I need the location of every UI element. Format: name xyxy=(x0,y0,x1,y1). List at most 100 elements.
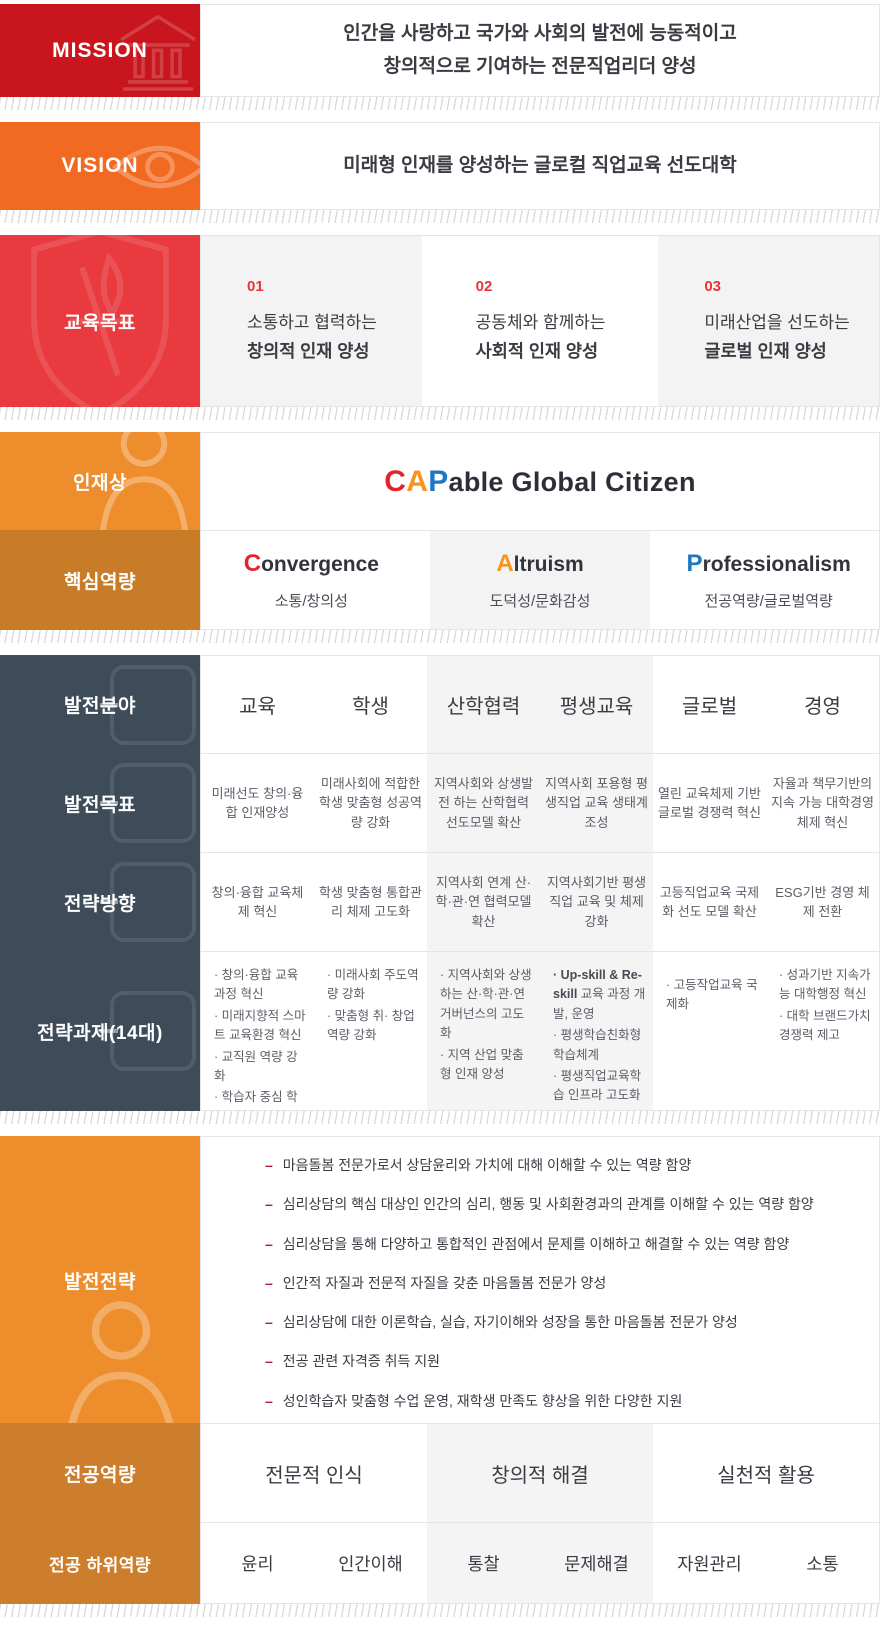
task-item: · 학습자 중심 학사행정 고도화 xyxy=(214,1088,308,1111)
talent-label-cell: 인재상 xyxy=(0,432,200,531)
major-competency: 전문적 인식 xyxy=(201,1424,427,1522)
major-label: 전공역량 xyxy=(64,1460,136,1487)
task-item: · 미래사회 주도역량 강화 xyxy=(327,966,421,1005)
core-word-rest: ltruism xyxy=(514,553,584,576)
dev-directions-label: 전략방향 xyxy=(64,889,136,916)
dev-area: 산학협력 xyxy=(427,656,540,753)
letter-a: A xyxy=(496,550,513,577)
core-sub-label: 소통/창의성 xyxy=(275,590,348,611)
core-item-professionalism: Professionalism 전공역량/글로벌역량 xyxy=(658,531,879,629)
sub-major-pair: 자원관리 소통 xyxy=(653,1523,879,1603)
mission-label-cell: MISSION xyxy=(0,4,200,97)
section-divider-hatch xyxy=(0,1604,880,1617)
dev-areas-label-cell: 발전분야 xyxy=(0,655,200,754)
mission-label: MISSION xyxy=(52,39,148,63)
dev-areas-content: 교육 학생 산학협력 평생교육 글로벌 경영 xyxy=(200,655,880,754)
dev-goal: 지역사회와 상생발전 하는 산학협력 선도모델 확산 xyxy=(427,754,540,852)
edu-goals-label-cell: 교육목표 xyxy=(0,235,200,407)
strategy-bullet-text: 심리상담을 통해 다양하고 통합적인 관점에서 문제를 이해하고 해결할 수 있… xyxy=(283,1234,789,1254)
talent-label: 인재상 xyxy=(73,468,127,495)
dev-direction: 지역사회 연계 산·학·관·연 협력모델 확산 xyxy=(427,853,540,951)
edu-goal-item-3: 03 미래산업을 선도하는 글로벌 인재 양성 xyxy=(658,236,879,406)
strategy-bullet-text: 마음돌봄 전문가로서 상담윤리와 가치에 대해 이해할 수 있는 역량 함양 xyxy=(283,1155,692,1175)
dev-goal: 자율과 책무기반의 지속 가능 대학경영 체제 혁신 xyxy=(766,754,879,852)
dash-icon: – xyxy=(265,1155,273,1175)
person-icon xyxy=(46,1294,196,1424)
strategy-bullet: –성인학습자 맞춤형 수업 운영, 재학생 만족도 향상을 위한 다양한 지원 xyxy=(265,1391,859,1411)
dash-icon: – xyxy=(265,1273,273,1293)
mission-content: 인간을 사랑하고 국가와 사회의 발전에 능동적이고 창의적으로 기여하는 전문… xyxy=(200,4,880,97)
section-divider-hatch xyxy=(0,97,880,110)
task-column-lifelong: · Up-skill & Re-skill 교육 과정 개발, 운영 · 평생학… xyxy=(540,952,653,1111)
dash-icon: – xyxy=(265,1234,273,1254)
dev-areas-label: 발전분야 xyxy=(64,691,136,718)
dev-area: 교육 xyxy=(201,656,314,753)
task-item: · 창의·융합 교육과정 혁신 xyxy=(214,966,308,1005)
task-item: · 지역사회와 상생하는 산·학·관·연거버넌스의 고도화 xyxy=(440,966,534,1044)
core-sub-label: 도덕성/문화감성 xyxy=(490,590,591,611)
task-item: · 교직원 역량 강화 xyxy=(214,1048,308,1087)
dev-directions-content: 창의·융합 교육체제 혁신 학생 맞춤형 통합관리 체제 고도화 지역사회 연계… xyxy=(200,852,880,952)
talent-content: CAPable Global Citizen xyxy=(200,432,880,531)
strategy-bullet-text: 심리상담에 대한 이론학습, 실습, 자기이해와 성장을 통한 마음돌봄 전문가… xyxy=(283,1312,738,1332)
talent-slogan: CAPable Global Citizen xyxy=(384,465,696,499)
dev-direction: 지역사회기반 평생직업 교육 및 체제 강화 xyxy=(540,853,653,951)
dev-direction: 학생 맞춤형 통합관리 체제 고도화 xyxy=(314,853,427,951)
sub-major-pair: 통찰 문제해결 xyxy=(427,1523,653,1603)
dev-area: 학생 xyxy=(314,656,427,753)
development-plan-infographic: MISSION 인간을 사랑하고 국가와 사회의 발전에 능동적이고 창의적으로… xyxy=(0,0,880,1617)
letter-p: P xyxy=(687,550,703,577)
edu-goal-line1: 공동체와 함께하는 xyxy=(476,309,651,338)
vision-section: VISION 미래형 인재를 양성하는 글로컬 직업교육 선도대학 xyxy=(0,122,880,210)
task-item: · 지역 산업 맞춤형 인재 양성 xyxy=(440,1046,534,1085)
vision-text: 미래형 인재를 양성하는 글로컬 직업교육 선도대학 xyxy=(343,150,736,182)
edu-goal-line2: 글로벌 인재 양성 xyxy=(704,338,879,364)
dash-icon: – xyxy=(265,1194,273,1214)
strategy-bullet: –인간적 자질과 전문적 자질을 갖춘 마음돌봄 전문가 양성 xyxy=(265,1273,859,1293)
edu-goal-line1: 소통하고 협력하는 xyxy=(247,309,422,338)
major-label-cell: 전공역량 xyxy=(0,1423,200,1523)
edu-goals-section: 교육목표 01 소통하고 협력하는 창의적 인재 양성 02 공동체와 함께하는… xyxy=(0,235,880,407)
dev-direction: ESG기반 경영 체제 전환 xyxy=(766,853,879,951)
dash-icon: – xyxy=(265,1351,273,1371)
core-word-rest: rofessionalism xyxy=(703,553,851,576)
task-item: · 미래지향적 스마트 교육환경 혁신 xyxy=(214,1007,308,1046)
strategy-bullet: –전공 관련 자격증 취득 지원 xyxy=(265,1351,859,1371)
letter-a: A xyxy=(406,465,428,498)
edu-goal-line1: 미래산업을 선도하는 xyxy=(704,309,879,338)
strategy-bullet-text: 성인학습자 맞춤형 수업 운영, 재학생 만족도 향상을 위한 다양한 지원 xyxy=(283,1391,683,1411)
sub-major-competency: 윤리 xyxy=(201,1523,314,1603)
dev-goals-content: 미래선도 창의·융합 인재양성 미래사회에 적합한 학생 맞춤형 성공역량 강화… xyxy=(200,753,880,853)
letter-p: P xyxy=(428,465,448,498)
edu-goals-content: 01 소통하고 협력하는 창의적 인재 양성 02 공동체와 함께하는 사회적 … xyxy=(200,235,880,407)
sub-major-label: 전공 하위역량 xyxy=(49,1551,151,1576)
strategy-bullet-text: 전공 관련 자격증 취득 지원 xyxy=(283,1351,440,1371)
sub-major-competency: 인간이해 xyxy=(314,1523,427,1603)
sub-major-competency: 소통 xyxy=(766,1523,879,1603)
major-competency: 창의적 해결 xyxy=(427,1424,653,1522)
dev-direction: 고등직업교육 국제화 선도 모델 확산 xyxy=(653,853,766,951)
task-item: · 성과기반 지속가능 대학행정 혁신 xyxy=(779,966,873,1005)
dev-area: 글로벌 xyxy=(653,656,766,753)
major-content: 전문적 인식 창의적 해결 실천적 활용 xyxy=(200,1423,880,1523)
task-item: · 맞춤형 취· 창업 역량 강화 xyxy=(327,1007,421,1046)
strategy-competency-section: 발전전략 –마음돌봄 전문가로서 상담윤리와 가치에 대해 이해할 수 있는 역… xyxy=(0,1136,880,1604)
vision-label: VISION xyxy=(61,154,138,178)
section-divider-hatch xyxy=(0,1111,880,1124)
core-item-altruism: Altruism 도덕성/문화감성 xyxy=(430,531,651,629)
section-divider-hatch xyxy=(0,210,880,223)
edu-goal-item-1: 01 소통하고 협력하는 창의적 인재 양성 xyxy=(201,236,422,406)
task-item: · 고등작업교육 국제화 xyxy=(666,976,760,1015)
strategy-label: 발전전략 xyxy=(64,1267,136,1294)
strategy-bullet-text: 심리상담의 핵심 대상인 인간의 심리, 행동 및 사회환경과의 관계를 이해할… xyxy=(283,1194,814,1214)
sub-major-label-cell: 전공 하위역량 xyxy=(0,1522,200,1604)
dev-tasks-label-cell: 전략과제(14대) xyxy=(0,951,200,1111)
talent-core-section: 인재상 CAPable Global Citizen 핵심역량 Converge… xyxy=(0,432,880,630)
dev-directions-label-cell: 전략방향 xyxy=(0,852,200,952)
dev-goal: 미래사회에 적합한 학생 맞춤형 성공역량 강화 xyxy=(314,754,427,852)
edu-goal-item-2: 02 공동체와 함께하는 사회적 인재 양성 xyxy=(430,236,651,406)
task-column-students: · 미래사회 주도역량 강화 · 맞춤형 취· 창업 역량 강화 xyxy=(314,952,427,1111)
task-column-industry: · 지역사회와 상생하는 산·학·관·연거버넌스의 고도화 · 지역 산업 맞춤… xyxy=(427,952,540,1111)
task-item: · 평생직업교육학습 인프라 고도화 xyxy=(553,1067,647,1106)
core-sub-label: 전공역량/글로벌역량 xyxy=(704,590,832,611)
